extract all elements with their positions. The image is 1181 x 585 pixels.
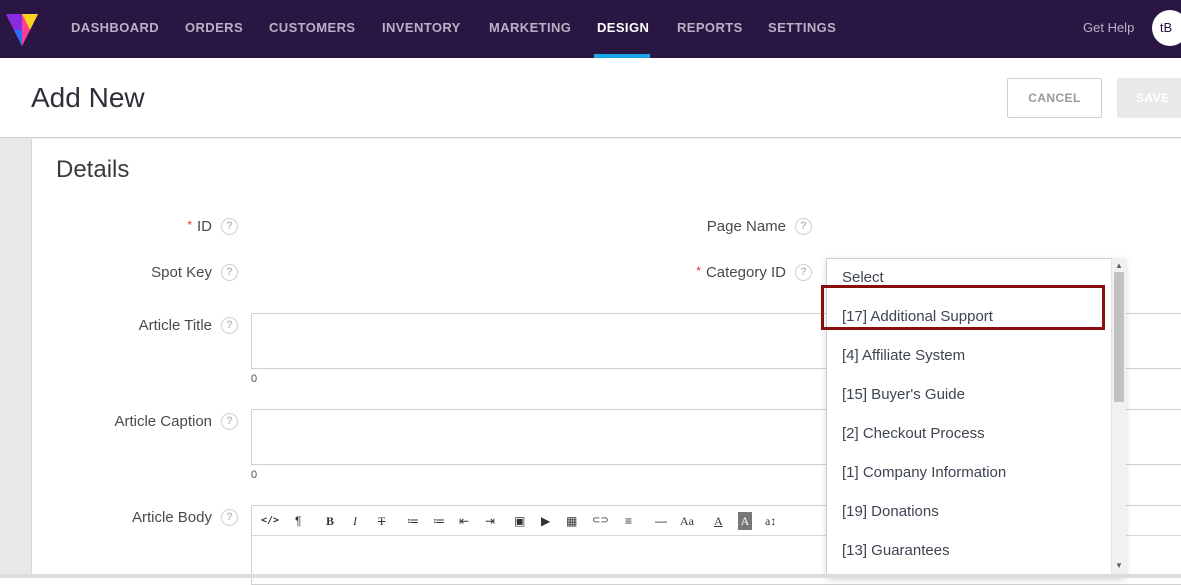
dropdown-scrollbar[interactable]: ▲ ▼ — [1111, 258, 1126, 576]
italic-button[interactable]: I — [353, 512, 357, 530]
font-size-button[interactable]: a↕ — [765, 512, 776, 530]
scroll-up-icon[interactable]: ▲ — [1112, 260, 1126, 272]
video-button[interactable]: ▶ — [541, 512, 550, 530]
scroll-down-icon[interactable]: ▼ — [1112, 560, 1126, 572]
nav-orders[interactable]: ORDERS — [185, 0, 243, 58]
numbered-list-button[interactable]: ≔ — [433, 512, 445, 530]
nav-customers[interactable]: CUSTOMERS — [269, 0, 355, 58]
dropdown-option[interactable]: [1] Company Information — [842, 464, 1006, 481]
article-title-label: Article Title — [138, 317, 212, 334]
align-button[interactable]: ≡ — [625, 512, 632, 530]
nav-reports[interactable]: REPORTS — [677, 0, 743, 58]
help-icon[interactable]: ? — [795, 264, 812, 281]
indent-button[interactable]: ⇥ — [485, 512, 495, 530]
section-title: Details — [56, 156, 130, 183]
bullet-list-button[interactable]: ≔ — [407, 512, 419, 530]
help-icon[interactable]: ? — [221, 509, 238, 526]
required-marker: * — [187, 218, 192, 232]
dropdown-option[interactable]: [15] Buyer's Guide — [842, 386, 965, 403]
outdent-button[interactable]: ⇤ — [459, 512, 469, 530]
save-button[interactable]: SAVE — [1117, 78, 1181, 118]
table-button[interactable]: ▦ — [566, 512, 577, 530]
bold-button[interactable]: B — [326, 512, 334, 530]
required-marker: * — [696, 264, 701, 278]
strikethrough-button[interactable]: T — [378, 512, 385, 530]
id-label: * ID — [187, 218, 212, 235]
page-title: Add New — [31, 82, 145, 113]
highlighted-option-outline — [821, 285, 1105, 330]
dropdown-option[interactable]: [2] Checkout Process — [842, 425, 985, 442]
nav-marketing[interactable]: MARKETING — [489, 0, 571, 58]
dropdown-option[interactable]: Select — [842, 269, 884, 286]
article-title-char-count: 0 — [251, 373, 258, 385]
paragraph-format-button[interactable]: ¶ — [295, 512, 301, 530]
help-icon[interactable]: ? — [221, 413, 238, 430]
scrollbar-thumb[interactable] — [1114, 272, 1124, 402]
top-navigation: DASHBOARD ORDERS CUSTOMERS INVENTORY MAR… — [0, 0, 1181, 58]
dropdown-option[interactable]: [19] Donations — [842, 503, 939, 520]
cancel-button[interactable]: CANCEL — [1007, 78, 1102, 118]
image-button[interactable]: ▣ — [514, 512, 525, 530]
nav-dashboard[interactable]: DASHBOARD — [71, 0, 159, 58]
nav-settings[interactable]: SETTINGS — [768, 0, 836, 58]
page-name-label: Page Name — [706, 218, 786, 235]
volusion-logo-icon[interactable] — [4, 10, 40, 48]
code-view-button[interactable]: </> — [261, 512, 279, 530]
link-button[interactable]: ⊂⊃ — [592, 512, 609, 530]
font-color-button[interactable]: A — [714, 512, 723, 530]
bottom-border — [0, 574, 1181, 578]
help-icon[interactable]: ? — [221, 317, 238, 334]
spot-key-label: Spot Key — [151, 264, 212, 281]
category-id-label: * Category ID — [696, 264, 786, 281]
help-icon[interactable]: ? — [221, 264, 238, 281]
article-body-label: Article Body — [131, 509, 212, 526]
help-icon[interactable]: ? — [221, 218, 238, 235]
dropdown-option[interactable]: [4] Affiliate System — [842, 347, 965, 364]
nav-design[interactable]: DESIGN — [597, 0, 649, 58]
get-help-link[interactable]: Get Help — [1083, 0, 1134, 56]
help-icon[interactable]: ? — [795, 218, 812, 235]
font-family-button[interactable]: Aa — [680, 512, 694, 530]
article-caption-char-count: 0 — [251, 469, 258, 481]
user-avatar[interactable]: tB — [1152, 10, 1181, 46]
horizontal-rule-button[interactable]: — — [655, 512, 667, 530]
nav-inventory[interactable]: INVENTORY — [382, 0, 461, 58]
dropdown-option[interactable]: [13] Guarantees — [842, 542, 950, 559]
page-header: Add New CANCEL SAVE — [0, 58, 1181, 138]
article-caption-label: Article Caption — [114, 413, 212, 430]
background-color-button[interactable]: A — [738, 512, 752, 530]
